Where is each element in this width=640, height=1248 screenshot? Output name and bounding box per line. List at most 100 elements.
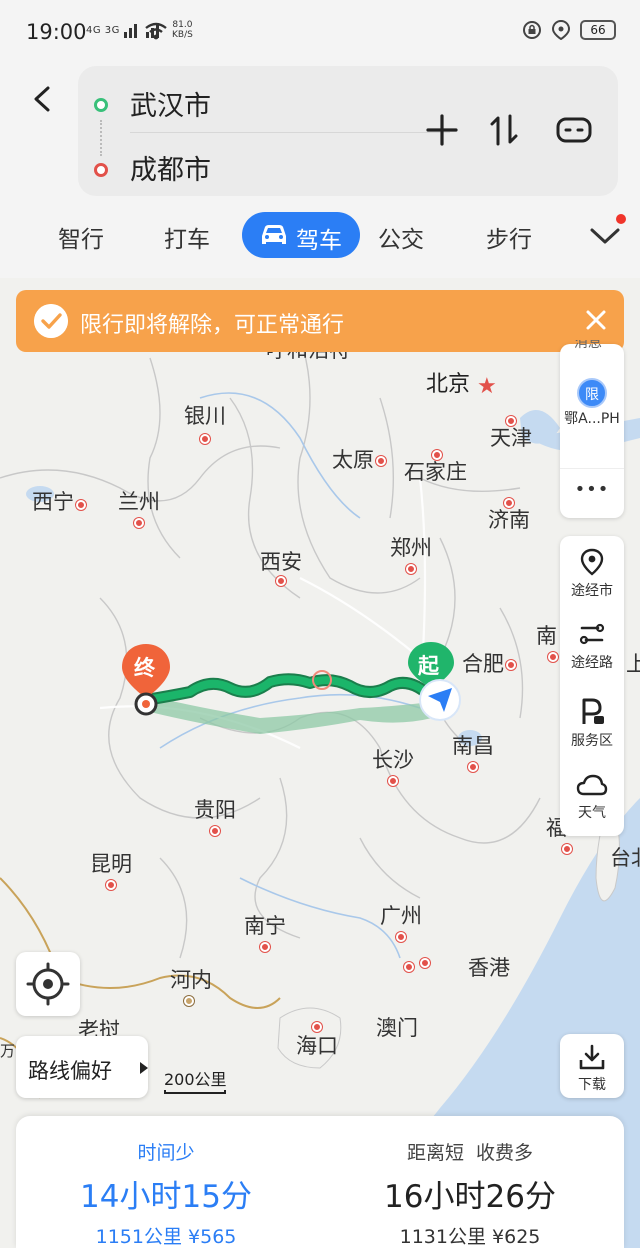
route-icon: [579, 623, 605, 645]
city-dot: [562, 844, 572, 854]
route-preference-button[interactable]: 路线偏好: [16, 1036, 148, 1098]
route-header: 武汉市 成都市 智行 打车 驾车 公交 步行: [0, 60, 640, 278]
app-root: 呼和浩特 北京 ★ 天津 银川 太原 石家庄 西宁 兰州 济南 西安 郑州 南 …: [0, 0, 640, 1248]
city-dot: [404, 962, 414, 972]
city-yinchuan: 银川: [184, 404, 226, 428]
route-option-fastest[interactable]: 时间少 14小时15分 1151公里 ¥565: [16, 1138, 316, 1248]
plate-label: 鄂A...PH: [564, 411, 620, 427]
start-marker-label: 起: [418, 654, 439, 678]
tab-smart[interactable]: 智行: [58, 220, 104, 254]
weather-button[interactable]: 天气: [560, 760, 624, 832]
tab-drive[interactable]: 驾车: [242, 212, 360, 258]
restriction-banner: 限行即将解除，可正常通行: [16, 290, 624, 352]
city-guiyang: 贵阳: [194, 798, 236, 822]
option-toll: ¥625: [492, 1226, 541, 1248]
city-jinan: 济南: [488, 508, 530, 532]
city-left-edge-partial: 万: [0, 1042, 16, 1060]
city-dot: [276, 576, 286, 586]
tab-transit[interactable]: 公交: [378, 220, 424, 254]
city-dot: [376, 456, 386, 466]
network-speed: 81.0 KB/S: [172, 20, 193, 40]
option-duration: 16小时26分: [384, 1179, 556, 1215]
weather-label: 天气: [578, 805, 606, 821]
city-dot: [210, 826, 220, 836]
download-icon: [579, 1044, 605, 1070]
wifi-icon: [145, 22, 167, 40]
back-arrow-icon[interactable]: [28, 84, 58, 114]
side-panel-top: 消息 限 鄂A...PH •••: [560, 340, 624, 518]
navigation-arrow-icon: [419, 679, 461, 721]
notification-dot: [616, 214, 626, 224]
city-tianjin: 天津: [490, 426, 532, 450]
tab-taxi[interactable]: 打车: [164, 220, 210, 254]
option-tag: 时间少: [137, 1142, 195, 1164]
origin-field[interactable]: 武汉市: [130, 84, 211, 123]
more-button[interactable]: •••: [560, 468, 624, 508]
map-view[interactable]: 呼和浩特 北京 ★ 天津 银川 太原 石家庄 西宁 兰州 济南 西安 郑州 南 …: [0, 278, 640, 1248]
city-dot: [548, 652, 558, 662]
origin-dot: [94, 98, 108, 112]
city-dot: [312, 1022, 322, 1032]
download-label: 下载: [578, 1077, 606, 1093]
city-dot: [432, 450, 442, 460]
service-area-button[interactable]: 服务区: [560, 684, 624, 760]
city-shijiazhuang: 石家庄: [404, 460, 467, 484]
city-nanning: 南宁: [244, 914, 286, 938]
city-dot: [420, 958, 430, 968]
city-nanchang: 南昌: [452, 734, 494, 758]
route-connector: [100, 120, 102, 156]
banner-text: 限行即将解除，可正常通行: [80, 313, 345, 338]
city-dot: [506, 416, 516, 426]
lock-rotation-icon: [523, 21, 541, 39]
add-waypoint-icon[interactable]: [422, 110, 462, 150]
option-distance: 1151公里: [95, 1226, 182, 1248]
city-kunming: 昆明: [90, 852, 132, 876]
start-marker[interactable]: 起: [406, 640, 466, 721]
status-bar: 19:00 4G 3G 81.0 KB/S 66: [0, 0, 640, 60]
service-area-icon: [582, 698, 604, 724]
swap-route-icon[interactable]: [484, 110, 524, 150]
end-marker[interactable]: 终: [120, 642, 172, 722]
caret-right-icon: [140, 1062, 148, 1074]
city-hefei: 合肥: [462, 652, 504, 676]
city-dot: [406, 564, 416, 574]
tab-drive-label: 驾车: [296, 228, 342, 254]
service-area-label: 服务区: [571, 733, 613, 749]
city-taiyuan: 太原: [332, 448, 374, 472]
city-taibei-partial: 台北: [610, 846, 640, 870]
route-options-card: 时间少 14小时15分 1151公里 ¥565 距离短 收费多 16小时26分 …: [16, 1116, 624, 1248]
side-panel-tools: 途经市 途经路 服务区 天气: [560, 536, 624, 836]
city-macau: 澳门: [376, 1016, 418, 1040]
city-dot: [504, 498, 514, 508]
option-tag: 距离短 收费多: [406, 1142, 534, 1164]
pin-icon: [580, 548, 604, 576]
via-city-button[interactable]: 途经市: [560, 536, 624, 608]
close-icon[interactable]: [582, 306, 610, 334]
tab-walk[interactable]: 步行: [486, 220, 532, 254]
city-xining: 西宁: [32, 490, 74, 514]
network-label: 4G 3G: [86, 25, 120, 36]
download-button[interactable]: 下载: [560, 1034, 624, 1098]
option-toll: ¥565: [188, 1226, 237, 1248]
destination-field[interactable]: 成都市: [130, 148, 211, 187]
via-road-button[interactable]: 途经路: [560, 608, 624, 684]
city-guangzhou: 广州: [380, 904, 422, 928]
transport-mode-tabs: 智行 打车 驾车 公交 步行: [0, 212, 640, 264]
city-dot: [506, 660, 516, 670]
plate-restriction[interactable]: 限 鄂A...PH: [560, 378, 624, 438]
option-duration: 14小时15分: [80, 1179, 252, 1215]
option-meta: 1131公里 ¥625: [320, 1222, 620, 1248]
message-partial-label[interactable]: 消息: [574, 340, 602, 350]
city-hongkong: 香港: [468, 956, 510, 980]
city-zhengzhou: 郑州: [390, 536, 432, 560]
locate-button[interactable]: [16, 952, 80, 1016]
city-dot: [76, 500, 86, 510]
city-changsha: 长沙: [372, 748, 414, 772]
car-icon: [262, 225, 286, 244]
route-option-shortest[interactable]: 距离短 收费多 16小时26分 1131公里 ¥625: [320, 1138, 620, 1248]
city-dot: [134, 518, 144, 528]
vehicle-setting-icon[interactable]: [554, 110, 594, 150]
chevron-down-icon[interactable]: [588, 224, 622, 248]
plate-badge-icon: 限: [577, 378, 607, 408]
option-meta: 1151公里 ¥565: [16, 1222, 316, 1248]
